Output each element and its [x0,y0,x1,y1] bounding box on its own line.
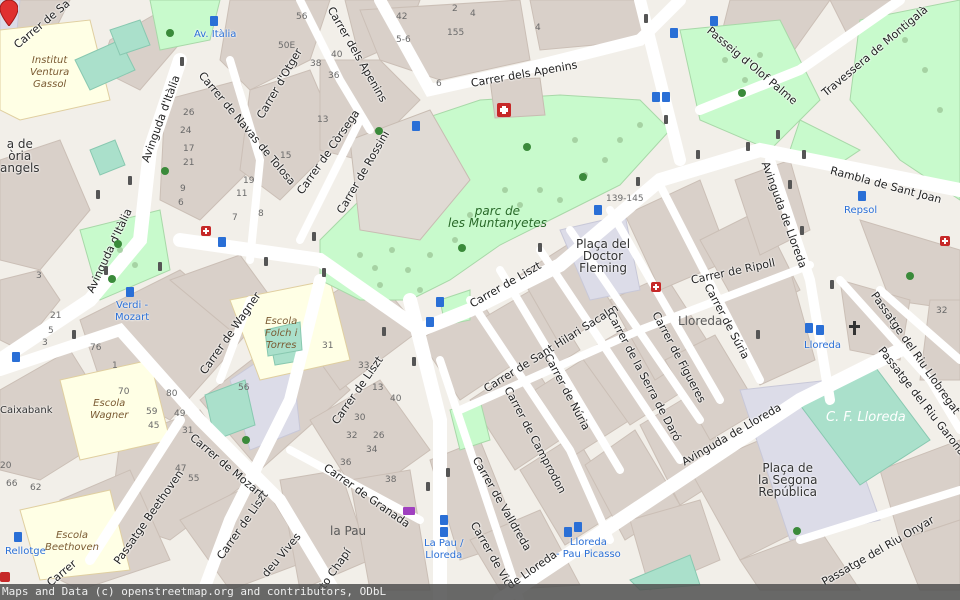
house-number: 1 [112,361,118,371]
house-number: 5-6 [396,35,411,45]
school-label-wagner: Escola Wagner [90,398,129,421]
district-label-la-pau: la Pau [330,524,367,538]
house-number: 66 [6,479,18,489]
bus-stop-lloreda-pau-picasso[interactable]: Lloreda - Pau Picasso [556,537,621,561]
house-number: 3 [36,271,42,281]
house-number: 24 [180,126,192,136]
house-number: 62 [30,483,42,493]
house-number: 6 [436,79,442,89]
house-number: 19 [243,176,255,186]
house-number: 13 [372,383,384,393]
house-number: 42 [396,12,408,22]
house-number: 36 [328,71,340,81]
house-number: 33 [358,361,370,371]
bus-stop-av-italia[interactable]: Av. Itàlia [194,29,236,41]
house-number: 5 [48,326,54,336]
house-number: 36 [340,458,352,468]
house-number: 55 [188,474,200,484]
house-number: 30 [354,413,366,423]
house-number: 34 [366,445,378,455]
house-number: 31 [322,341,334,351]
house-number: 15 [280,151,292,161]
house-number: 11 [236,189,248,199]
bus-stop-lloreda[interactable]: Lloreda [804,340,841,352]
house-number: 38 [310,59,322,69]
park-label-muntanyetes: parc de les Muntanyetes [448,204,547,230]
bus-stop-la-pau-lloreda[interactable]: La Pau / Lloreda [424,538,463,562]
map-canvas[interactable]: Carrer de Liszt Carrer de Liszt Carrer d… [0,0,960,600]
house-number: 76 [90,343,102,353]
house-number: 59 [146,407,158,417]
house-number: 70 [118,387,130,397]
house-number: 56 [296,12,308,22]
bus-stop-verdi-mozart[interactable]: Verdi - Mozart [115,300,149,324]
place-label-fleming: Plaça del Doctor Fleming [576,237,631,275]
place-label-cf-lloreda: C. F. Lloreda [826,410,906,425]
school-label-folch-torres: Escola Folch i Torres [265,316,298,351]
house-number: 21 [50,311,62,321]
house-number: 17 [183,144,195,154]
house-number: 21 [183,158,195,168]
house-number: 13 [317,115,329,125]
map-attribution: Maps and Data (c) openstreetmap.org and … [0,584,960,600]
poi-label-rellotge: Rellotge [5,546,46,557]
location-marker-pin[interactable] [0,0,18,26]
house-number: 4 [535,23,541,33]
school-label-beethoven: Escola Beethoven [45,530,99,553]
house-number: 4 [470,9,476,19]
house-number: 7 [232,213,238,223]
house-number: 40 [331,50,343,60]
house-number: 40 [390,394,402,404]
poi-label-caixabank: Caixabank [0,405,53,416]
house-number: 38 [385,475,397,485]
house-number: 139-145 [606,194,644,204]
place-label-angels: a de òria angels [0,137,40,175]
house-number: 56 [238,383,250,393]
poi-label-repsol: Repsol [844,205,878,216]
house-number: 26 [373,431,385,441]
house-number: 3 [42,338,48,348]
house-number: 32 [346,431,358,441]
house-number: 2 [452,4,458,14]
house-number: 80 [166,389,178,399]
house-number: 45 [148,421,160,431]
house-number: 155 [447,28,465,38]
house-number: 8 [258,209,264,219]
place-label-republica: Plaça de la Segona República [758,461,818,499]
house-number: 49 [174,409,186,419]
house-number: 26 [183,108,195,118]
house-number: 9 [180,184,186,194]
house-number: 32 [936,306,948,316]
house-number: 6 [178,198,184,208]
district-label-lloreda: Lloreda [678,314,723,328]
school-label-ventura-gassol: Institut Ventura Gassol [30,55,70,90]
house-number: 31 [182,426,194,436]
house-number: 47 [175,464,187,474]
house-number: 50E [278,41,296,51]
house-number: 20 [0,461,12,471]
